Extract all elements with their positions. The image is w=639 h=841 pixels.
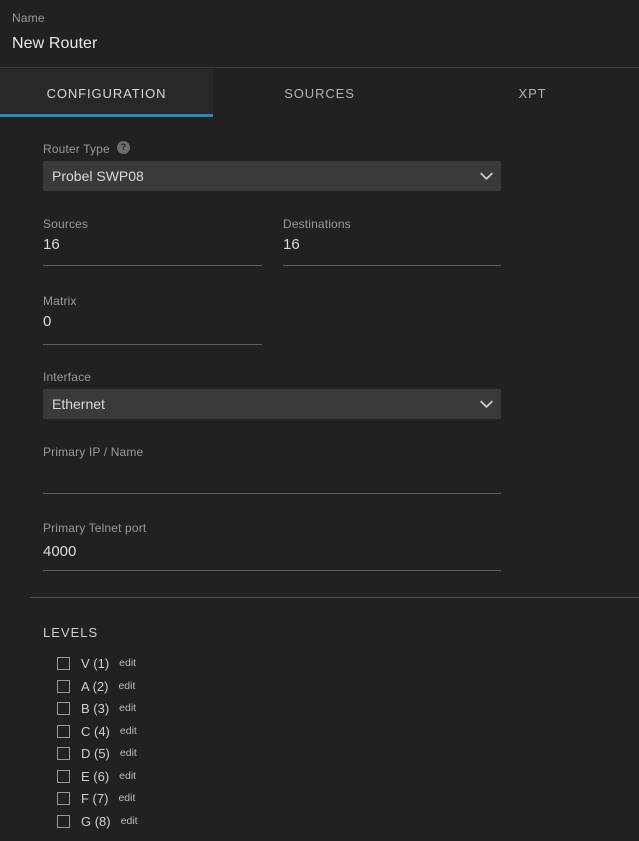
- level-checkbox[interactable]: [57, 679, 70, 693]
- primary-ip-underline: [43, 493, 501, 494]
- router-name-value[interactable]: New Router: [12, 35, 97, 53]
- level-name: A (2): [81, 678, 109, 694]
- level-name: D (5): [81, 745, 110, 761]
- level-name: V (1): [81, 655, 110, 671]
- destinations-label: Destinations: [283, 217, 351, 231]
- level-edit-link[interactable]: edit: [119, 770, 136, 782]
- interface-value: Ethernet: [52, 396, 105, 412]
- tab-xpt[interactable]: XPT: [426, 69, 639, 117]
- level-row[interactable]: A (2) edit: [57, 677, 135, 695]
- level-name: F (7): [81, 790, 109, 806]
- level-row[interactable]: F (7) edit: [57, 789, 135, 807]
- level-edit-link[interactable]: edit: [119, 702, 136, 714]
- level-name: C (4): [81, 723, 110, 739]
- levels-section-divider: [30, 597, 639, 598]
- level-edit-link[interactable]: edit: [120, 747, 137, 759]
- level-checkbox[interactable]: [57, 791, 70, 805]
- level-edit-link[interactable]: edit: [121, 815, 138, 827]
- level-row[interactable]: G (8) edit: [57, 812, 138, 830]
- level-row[interactable]: C (4) edit: [57, 722, 137, 740]
- interface-select[interactable]: Ethernet: [43, 389, 501, 419]
- matrix-value[interactable]: 0: [43, 313, 51, 330]
- level-row[interactable]: D (5) edit: [57, 744, 137, 762]
- level-name: E (6): [81, 768, 110, 784]
- router-type-label: Router Type: [43, 142, 110, 156]
- primary-telnet-port-value[interactable]: 4000: [43, 543, 76, 560]
- tab-configuration[interactable]: CONFIGURATION: [0, 69, 213, 117]
- tab-bar: CONFIGURATION SOURCES XPT: [0, 69, 639, 117]
- levels-title: LEVELS: [43, 625, 99, 640]
- level-name: G (8): [81, 813, 111, 829]
- level-row[interactable]: B (3) edit: [57, 699, 136, 717]
- sources-underline: [43, 265, 262, 266]
- destinations-underline: [283, 265, 501, 266]
- level-row[interactable]: V (1) edit: [57, 654, 136, 672]
- level-edit-link[interactable]: edit: [119, 657, 136, 669]
- router-type-select[interactable]: Probel SWP08: [43, 161, 501, 191]
- level-edit-link[interactable]: edit: [118, 792, 135, 804]
- sources-label: Sources: [43, 217, 89, 231]
- level-edit-link[interactable]: edit: [118, 680, 135, 692]
- tab-sources[interactable]: SOURCES: [213, 69, 426, 117]
- help-circle-icon[interactable]: ?: [117, 141, 130, 154]
- level-row[interactable]: E (6) edit: [57, 767, 136, 785]
- interface-label: Interface: [43, 370, 92, 384]
- name-label: Name: [12, 11, 45, 25]
- level-checkbox[interactable]: [57, 701, 70, 715]
- router-type-value: Probel SWP08: [52, 168, 144, 184]
- level-name: B (3): [81, 700, 110, 716]
- level-checkbox[interactable]: [57, 814, 70, 828]
- destinations-value[interactable]: 16: [283, 236, 300, 253]
- primary-ip-label: Primary IP / Name: [43, 445, 144, 459]
- chevron-down-icon: [475, 161, 497, 191]
- configuration-form: Router Type ? Probel SWP08 Sources 16 De…: [0, 117, 639, 841]
- level-checkbox[interactable]: [57, 656, 70, 670]
- level-checkbox[interactable]: [57, 724, 70, 738]
- router-config-panel: Name New Router CONFIGURATION SOURCES XP…: [0, 0, 639, 841]
- primary-telnet-port-underline: [43, 570, 501, 571]
- level-checkbox[interactable]: [57, 769, 70, 783]
- matrix-underline: [43, 344, 262, 345]
- chevron-down-icon: [475, 389, 497, 419]
- panel-header: Name New Router: [0, 0, 639, 68]
- level-checkbox[interactable]: [57, 746, 70, 760]
- level-edit-link[interactable]: edit: [120, 725, 137, 737]
- sources-value[interactable]: 16: [43, 236, 60, 253]
- primary-telnet-port-label: Primary Telnet port: [43, 521, 147, 535]
- matrix-label: Matrix: [43, 294, 77, 308]
